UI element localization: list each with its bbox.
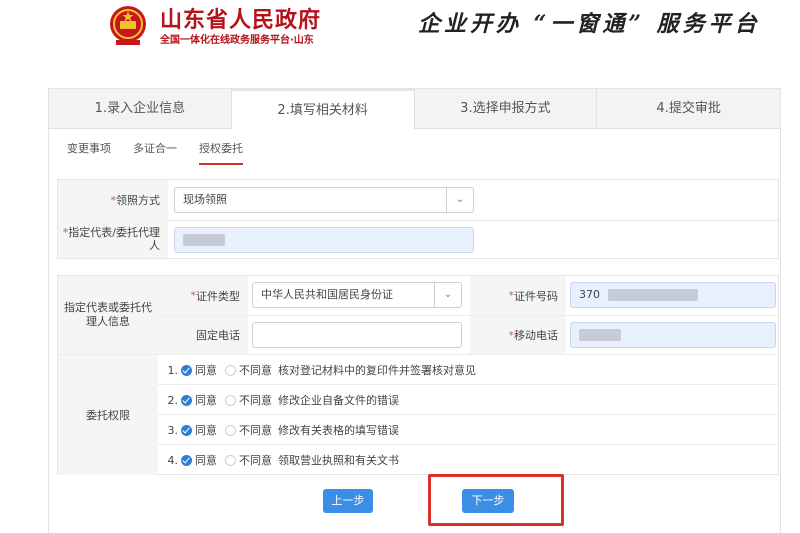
pickup-label: * 领照方式 [58,180,168,220]
agree-radio-checked[interactable] [181,394,192,406]
disagree-radio[interactable] [225,454,236,466]
site-header: 山东省人民政府 全国一体化在线政务服务平台·山东 企业开办 “一窗通” 服务平台 [0,0,800,60]
agree-radio-checked[interactable] [181,454,192,466]
pickup-section: * 领照方式 现场领照 ⌄ *指定代表/委托代理人 [57,179,779,259]
subtab-change-items[interactable]: 变更事项 [67,139,111,165]
site-subtitle: 全国一体化在线政务服务平台·山东 [160,35,314,46]
agent-label: *指定代表/委托代理人 [58,220,168,258]
prev-step-button[interactable]: 上一步 [323,489,373,513]
mobile-label: * 移动电话 [470,316,566,354]
step-tab-1[interactable]: 1.录入企业信息 [49,89,232,129]
id-number-input[interactable]: 370 [570,282,776,308]
id-type-select[interactable]: 中华人民共和国居民身份证 ⌄ [252,282,462,308]
agree-radio-checked[interactable] [181,364,192,376]
permissions-label: 委托权限 [58,354,158,475]
main-panel: 1.录入企业信息 2.填写相关材料 3.选择申报方式 4.提交审批 变更事项 多… [48,88,781,533]
agent-info-section: 指定代表或委托代理人信息 * 证件类型 中华人民共和国居民身份证 ⌄ * 证件号码 … [57,275,779,475]
permission-row: 4. 同意 不同意 领取营业执照和有关文书 [158,444,778,475]
subtab-authorization[interactable]: 授权委托 [199,139,243,165]
agent-info-label: 指定代表或委托代理人信息 [58,276,158,354]
platform-title: 企业开办 “一窗通” 服务平台 [418,11,761,37]
step-tab-2[interactable]: 2.填写相关材料 [231,89,415,129]
disagree-radio[interactable] [225,424,236,436]
highlight-annotation [428,474,564,526]
permission-row: 3. 同意 不同意 修改有关表格的填写错误 [158,414,778,445]
agree-radio-checked[interactable] [181,424,192,436]
disagree-radio[interactable] [225,394,236,406]
pickup-method-select[interactable]: 现场领照 ⌄ [174,187,474,213]
id-number-label: * 证件号码 [470,276,566,315]
step-tabs: 1.录入企业信息 2.填写相关材料 3.选择申报方式 4.提交审批 [49,89,780,129]
redacted-value [183,234,225,246]
landline-input[interactable] [252,322,462,348]
national-emblem-icon [110,6,146,45]
agent-name-input[interactable] [174,227,474,253]
chevron-down-icon: ⌄ [434,283,461,307]
subtab-multi-cert[interactable]: 多证合一 [133,139,177,165]
id-type-label: * 证件类型 [158,276,248,315]
sub-tabs: 变更事项 多证合一 授权委托 [67,139,265,165]
mobile-input[interactable] [570,322,776,348]
chevron-down-icon: ⌄ [446,188,473,212]
step-tab-3[interactable]: 3.选择申报方式 [414,89,598,129]
landline-label: 固定电话 [158,316,248,354]
disagree-radio[interactable] [225,364,236,376]
step-tab-4[interactable]: 4.提交审批 [597,89,780,129]
site-title: 山东省人民政府 [160,8,322,33]
redacted-value [607,289,698,301]
permission-row: 1. 同意 不同意 核对登记材料中的复印件并签署核对意见 [158,354,778,385]
permission-row: 2. 同意 不同意 修改企业自备文件的错误 [158,384,778,415]
redacted-value [579,329,621,341]
